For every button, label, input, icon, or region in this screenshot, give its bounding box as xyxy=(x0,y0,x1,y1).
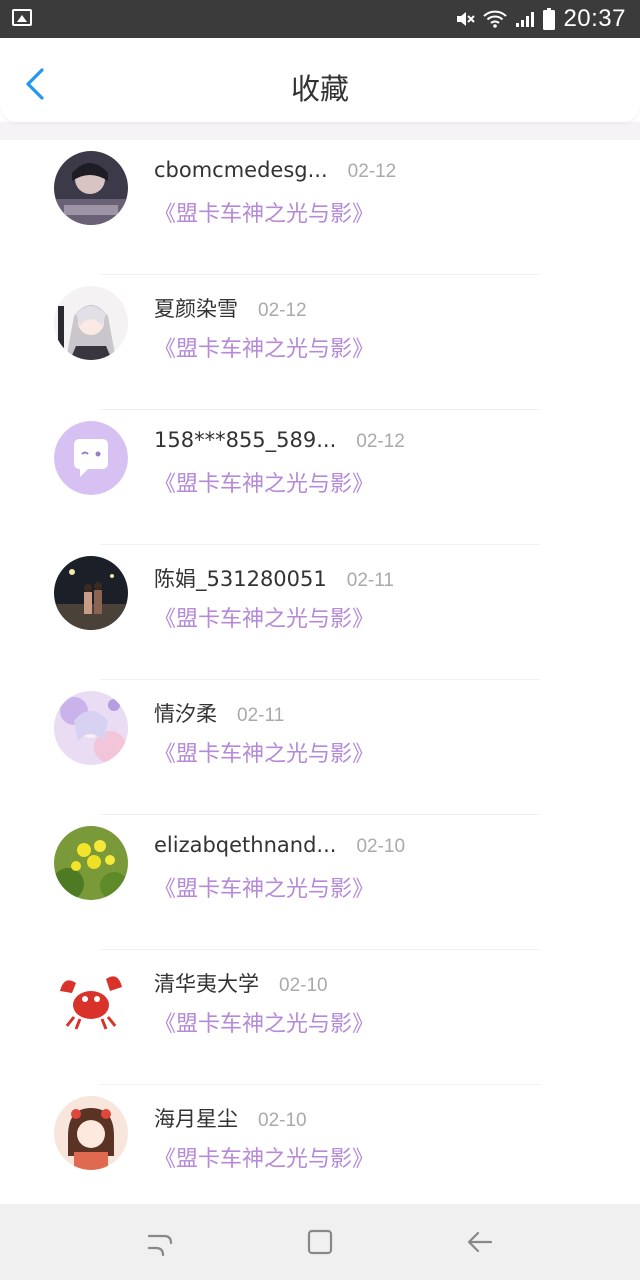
back-arrow-icon[interactable] xyxy=(464,1226,496,1258)
favorite-date: 02-11 xyxy=(346,570,394,591)
wifi-icon xyxy=(483,10,508,28)
work-title[interactable]: 《盟卡车神之光与影》 xyxy=(154,1141,374,1173)
favorite-date: 02-12 xyxy=(356,431,405,452)
favorite-date: 02-11 xyxy=(237,705,285,726)
list-item[interactable]: 夏颜染雪 02-12 《盟卡车神之光与影》 xyxy=(0,275,640,410)
avatar[interactable] xyxy=(54,421,128,495)
clock-time: 20:37 xyxy=(563,5,626,32)
avatar[interactable] xyxy=(54,151,128,225)
user-name: elizabqethnand... xyxy=(154,833,337,857)
work-title[interactable]: 《盟卡车神之光与影》 xyxy=(154,466,374,498)
system-navigation-bar xyxy=(0,1204,640,1280)
status-bar: 20:37 xyxy=(0,0,640,38)
user-name: 情汐柔 xyxy=(154,702,217,726)
user-name: cbomcmedesg... xyxy=(154,158,328,182)
list-item[interactable]: 清华夷大学 02-10 《盟卡车神之光与影》 xyxy=(0,950,640,1085)
list-item[interactable]: 情汐柔 02-11 《盟卡车神之光与影》 xyxy=(0,680,640,815)
avatar[interactable] xyxy=(54,961,128,1035)
user-name: 海月星尘 xyxy=(154,1107,238,1131)
mute-icon xyxy=(457,12,476,26)
user-name: 清华夷大学 xyxy=(154,972,259,996)
list-item[interactable]: cbomcmedesg... 02-12 《盟卡车神之光与影》 xyxy=(0,140,640,275)
work-title[interactable]: 《盟卡车神之光与影》 xyxy=(154,1006,374,1038)
work-title[interactable]: 《盟卡车神之光与影》 xyxy=(154,196,374,228)
favorite-date: 02-10 xyxy=(258,1110,307,1131)
favorites-list: cbomcmedesg... 02-12 《盟卡车神之光与影》 夏颜染雪 02-… xyxy=(0,140,640,1220)
favorite-date: 02-10 xyxy=(356,836,406,857)
favorite-date: 02-10 xyxy=(279,975,328,996)
battery-icon xyxy=(543,8,556,30)
header-spacer xyxy=(0,122,640,140)
user-name: 夏颜染雪 xyxy=(154,297,238,321)
work-title[interactable]: 《盟卡车神之光与影》 xyxy=(154,736,374,768)
avatar[interactable] xyxy=(54,556,128,630)
list-item[interactable]: elizabqethnand... 02-10 《盟卡车神之光与影》 xyxy=(0,815,640,950)
recent-apps-icon[interactable] xyxy=(144,1226,176,1258)
avatar[interactable] xyxy=(54,826,128,900)
avatar[interactable] xyxy=(54,691,128,765)
user-name: 陈娟_531280051 xyxy=(154,567,327,591)
status-icons: 20:37 xyxy=(455,0,626,38)
avatar[interactable] xyxy=(54,286,128,360)
work-title[interactable]: 《盟卡车神之光与影》 xyxy=(154,871,374,903)
user-name: 158***855_589... xyxy=(154,428,337,452)
list-item[interactable]: 158***855_589... 02-12 《盟卡车神之光与影》 xyxy=(0,410,640,545)
list-item[interactable]: 海月星尘 02-10 《盟卡车神之光与影》 xyxy=(0,1085,640,1220)
gallery-notification-icon xyxy=(12,9,32,26)
signal-icon xyxy=(516,12,535,27)
page-title: 收藏 xyxy=(290,72,349,106)
app-header: 收藏 xyxy=(0,38,640,122)
list-item[interactable]: 陈娟_531280051 02-11 《盟卡车神之光与影》 xyxy=(0,545,640,680)
favorite-date: 02-12 xyxy=(258,300,307,321)
work-title[interactable]: 《盟卡车神之光与影》 xyxy=(154,331,374,363)
avatar[interactable] xyxy=(54,1096,128,1170)
favorite-date: 02-12 xyxy=(347,161,397,182)
work-title[interactable]: 《盟卡车神之光与影》 xyxy=(154,601,374,633)
home-icon[interactable] xyxy=(304,1226,336,1258)
